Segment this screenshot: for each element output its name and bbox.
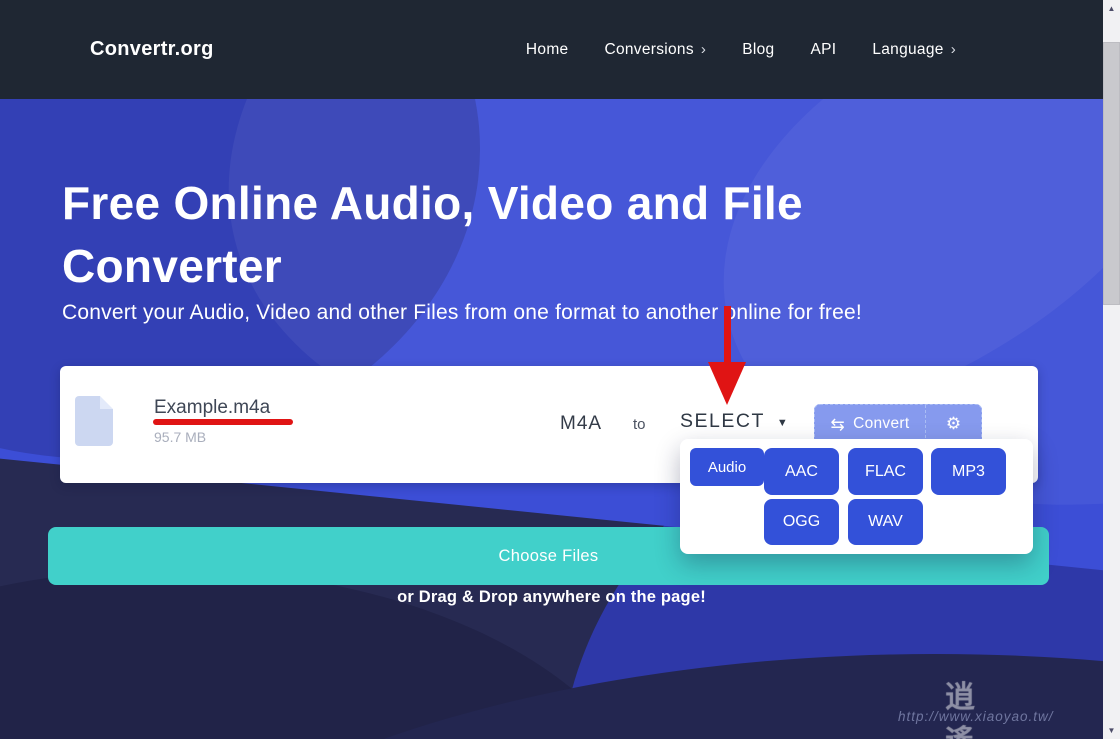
scrollbar-thumb[interactable]: [1103, 42, 1120, 305]
convert-button-label: Convert: [853, 415, 909, 433]
nav-item-conversions[interactable]: Conversions ›: [604, 41, 706, 59]
nav-item-language[interactable]: Language ›: [872, 41, 956, 59]
format-option-flac[interactable]: FLAC: [848, 448, 923, 495]
file-icon: [75, 396, 113, 446]
navbar: Convertr.org Home Conversions › Blog API…: [0, 0, 1103, 99]
site-logo[interactable]: Convertr.org: [90, 0, 214, 99]
format-dropdown: Audio AAC FLAC MP3 OGG WAV: [680, 439, 1033, 554]
select-caret-icon: ▼: [777, 414, 788, 429]
convert-button-main[interactable]: ⇆ Convert: [815, 405, 925, 443]
language-chevron-icon: ›: [951, 42, 956, 57]
file-size: 95.7 MB: [154, 429, 206, 445]
convert-settings-button[interactable]: ⚙: [925, 405, 981, 443]
page: Convertr.org Home Conversions › Blog API…: [0, 0, 1120, 739]
format-option-wav[interactable]: WAV: [848, 499, 923, 545]
nav-item-home[interactable]: Home: [526, 41, 569, 59]
target-format-select[interactable]: SELECT ▼: [680, 410, 788, 433]
annotation-arrow-icon: [705, 306, 749, 406]
conversions-chevron-icon: ›: [701, 42, 706, 57]
gear-icon: ⚙: [946, 414, 961, 434]
page-title: Free Online Audio, Video and File Conver…: [62, 172, 803, 298]
page-title-line2: Converter: [62, 240, 282, 292]
select-label: SELECT: [680, 410, 765, 433]
swap-icon: ⇆: [831, 416, 846, 433]
page-title-line1: Free Online Audio, Video and File: [62, 177, 803, 229]
scrollbar[interactable]: ▲ ▼: [1103, 0, 1120, 739]
file-name-underline-annotation: [153, 419, 293, 425]
source-format-label: M4A: [560, 413, 602, 435]
nav-item-blog[interactable]: Blog: [742, 41, 774, 59]
scrollbar-up-arrow-icon[interactable]: ▲: [1103, 0, 1120, 17]
format-option-aac[interactable]: AAC: [764, 448, 839, 495]
file-name: Example.m4a: [154, 397, 270, 419]
convert-button[interactable]: ⇆ Convert ⚙: [814, 404, 982, 444]
drag-drop-hint: or Drag & Drop anywhere on the page!: [0, 588, 1103, 607]
category-audio-button[interactable]: Audio: [690, 448, 764, 486]
to-label: to: [633, 416, 646, 433]
format-option-ogg[interactable]: OGG: [764, 499, 839, 545]
nav-menu: Home Conversions › Blog API Language ›: [526, 0, 956, 99]
nav-item-api[interactable]: API: [810, 41, 836, 59]
file-icon-fold: [100, 396, 113, 409]
scrollbar-down-arrow-icon[interactable]: ▼: [1103, 722, 1120, 739]
format-option-mp3[interactable]: MP3: [931, 448, 1006, 495]
